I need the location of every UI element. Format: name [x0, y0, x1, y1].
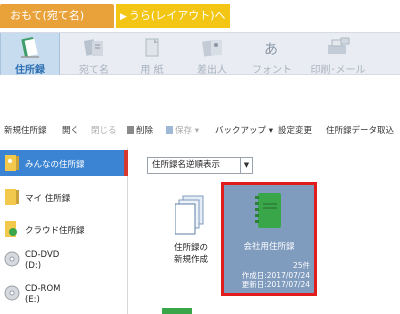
- green-binder-icon: [255, 193, 281, 228]
- svg-text:あ: あ: [264, 42, 278, 58]
- ribbon-sender[interactable]: 差出人: [182, 33, 242, 76]
- ribbon: 住所録 宛て名 用 紙 差出人 あ フォント 印刷･メール: [0, 32, 400, 76]
- sidebar-item-cd-rom[interactable]: CD-ROM (E:): [0, 280, 128, 310]
- ribbon-font[interactable]: あ フォント: [242, 33, 302, 76]
- backup-dropdown-arrow: ▾: [268, 126, 273, 136]
- group-address-book-icon: [5, 155, 19, 171]
- ribbon-address-book[interactable]: 住所録: [0, 33, 60, 76]
- trash-icon: [127, 126, 134, 134]
- sidebar: みんなの住所録 マイ 住所録 クラウド住所録 CD-DVD (D:) CD-ROM…: [0, 148, 128, 314]
- address-book-icon: [21, 37, 39, 58]
- play-arrow-icon: ▶: [120, 12, 127, 22]
- sidebar-item-group-address-book[interactable]: みんなの住所録: [0, 150, 128, 176]
- sort-select[interactable]: 住所録名逆順表示: [147, 157, 241, 174]
- printer-icon: [328, 37, 350, 54]
- save-dropdown-arrow: ▾: [194, 126, 199, 136]
- sender-icon: [202, 40, 222, 57]
- paper-icon: [145, 38, 159, 57]
- save-button[interactable]: 保存 ▾: [166, 124, 199, 136]
- delete-button[interactable]: 削除: [127, 124, 153, 136]
- switch-to-back-button[interactable]: ▶うら(レイアウト)へ切替: [116, 4, 230, 47]
- floppy-icon: [166, 126, 173, 134]
- sidebar-item-my-address-book[interactable]: マイ 住所録: [0, 184, 128, 210]
- close-button[interactable]: 閉じる: [91, 124, 117, 136]
- new-document-icon: [175, 195, 204, 235]
- ribbon-paper[interactable]: 用 紙: [122, 33, 182, 76]
- open-button[interactable]: 開く: [62, 124, 79, 136]
- address-book-name: 会社用住所録: [243, 242, 295, 252]
- font-icon: あ: [264, 42, 278, 58]
- cd-rom-drive-icon: [4, 285, 20, 301]
- my-address-book-icon: [5, 189, 19, 205]
- sort-dropdown-icon[interactable]: ▼: [241, 157, 253, 174]
- import-button[interactable]: 住所録データ取込: [326, 124, 394, 136]
- cd-dvd-drive-icon: [4, 251, 20, 267]
- sidebar-item-cd-dvd[interactable]: CD-DVD (D:): [0, 246, 128, 276]
- new-address-book-button[interactable]: 新規住所録: [4, 124, 47, 136]
- address-card-icon: [83, 39, 103, 56]
- mode-bar: おもて(宛て名) ▶うら(レイアウト)へ切替: [0, 0, 400, 47]
- sidebar-item-cloud-address-book[interactable]: クラウド住所録: [0, 216, 128, 242]
- address-book-card[interactable]: 会社用住所録 25件 作成日:2017/07/24 更新日:2017/07/24: [221, 182, 317, 296]
- backup-button[interactable]: バックアップ ▾: [215, 124, 273, 136]
- toolbar: 新規住所録 開く 閉じる 削除 保存 ▾ バックアップ ▾ 設定変更 住所録デー…: [0, 118, 400, 142]
- address-book-meta: 25件 作成日:2017/07/24 更新日:2017/07/24: [241, 261, 310, 289]
- settings-button[interactable]: 設定変更: [278, 124, 312, 136]
- cloud-address-book-icon: [5, 221, 17, 237]
- next-card-preview: [162, 308, 192, 314]
- tab-front-address[interactable]: おもて(宛て名): [0, 4, 114, 28]
- ribbon-print-mail[interactable]: 印刷･メール: [302, 33, 374, 76]
- ribbon-address-card[interactable]: 宛て名: [64, 33, 124, 76]
- address-book-list: 住所録名逆順表示 ▼ 住所録の 新規作成 会社用住所録 25件 作成日:2017…: [129, 148, 400, 314]
